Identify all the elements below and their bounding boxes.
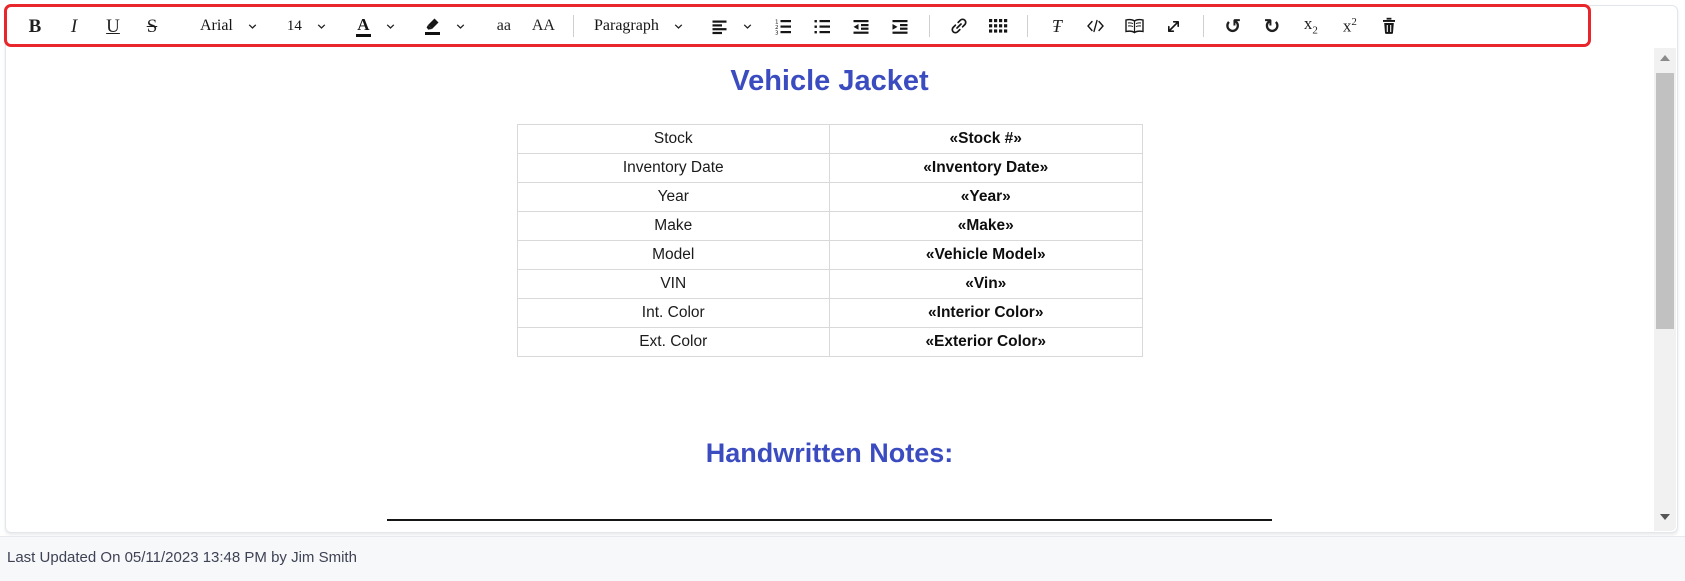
field-label-cell[interactable]: Int. Color (516, 298, 830, 328)
open-book-icon (1125, 18, 1145, 33)
bold-button[interactable]: B (22, 11, 48, 41)
vehicle-table-body: Stock «Stock #» Inventory Date «Inventor… (516, 124, 1143, 357)
document-title[interactable]: Vehicle Jacket (6, 65, 1653, 98)
outdent-button[interactable] (848, 11, 874, 41)
table-row: VIN «Vin» (516, 269, 1143, 299)
font-family-value: Arial (200, 17, 233, 34)
toolbar-separator (1026, 15, 1028, 37)
outdent-icon (853, 19, 869, 34)
indent-icon (892, 19, 908, 34)
chevron-down-icon (386, 23, 395, 29)
table-row: Ext. Color «Exterior Color» (516, 327, 1143, 357)
vehicle-fields-table: Stock «Stock #» Inventory Date «Inventor… (516, 124, 1143, 357)
scrollbar-thumb[interactable] (1656, 73, 1674, 329)
spellcheck-button[interactable] (1122, 11, 1148, 41)
fullscreen-button[interactable] (1161, 11, 1187, 41)
ordered-list-button[interactable]: 1 2 3 (770, 11, 796, 41)
table-row: Make «Make» (516, 211, 1143, 241)
scroll-down-button[interactable] (1654, 509, 1676, 525)
notes-heading[interactable]: Handwritten Notes: (6, 437, 1653, 469)
toolbar-separator (1202, 15, 1204, 37)
handwritten-notes-line[interactable] (387, 519, 1272, 521)
table-row: Stock «Stock #» (516, 124, 1143, 154)
trash-icon (1382, 17, 1395, 34)
bullet-list-button[interactable] (809, 11, 835, 41)
last-updated-text: Last Updated On 05/11/2023 13:48 PM by J… (7, 549, 357, 566)
redo-button[interactable]: ↻ (1259, 11, 1285, 41)
grid-icon (988, 19, 1008, 33)
table-row: Model «Vehicle Model» (516, 240, 1143, 270)
strikethrough-button[interactable]: S (139, 11, 165, 41)
merge-field-cell[interactable]: «Vehicle Model» (829, 240, 1143, 270)
paragraph-format-select[interactable]: Paragraph (590, 11, 688, 41)
svg-text:3: 3 (775, 30, 779, 34)
field-label-cell[interactable]: Stock (516, 124, 830, 154)
merge-field-cell[interactable]: «Vin» (829, 269, 1143, 299)
text-color-icon: A (355, 16, 371, 37)
redo-icon: ↻ (1263, 14, 1281, 38)
editor-toolbar: B I U S Arial 14 A aa AA Paragraph 1 2 3… (6, 6, 1677, 46)
undo-button[interactable]: ↺ (1220, 11, 1246, 41)
field-label-cell[interactable]: Inventory Date (516, 153, 830, 183)
subscript-button[interactable]: x2 (1298, 11, 1324, 41)
vertical-scrollbar[interactable] (1654, 48, 1676, 531)
subscript-icon: x2 (1303, 14, 1318, 37)
code-icon (1087, 19, 1105, 33)
table-row: Int. Color «Interior Color» (516, 298, 1143, 328)
bullet-list-icon (814, 19, 830, 33)
table-row: Inventory Date «Inventory Date» (516, 153, 1143, 183)
chevron-down-icon (456, 23, 465, 29)
toolbar-separator (572, 15, 574, 37)
table-row: Year «Year» (516, 182, 1143, 212)
chevron-down-icon (674, 23, 683, 29)
chevron-down-icon (743, 23, 752, 29)
triangle-down-icon (1660, 514, 1670, 520)
field-label-cell[interactable]: Year (516, 182, 830, 212)
insert-link-button[interactable] (946, 11, 972, 41)
clear-formatting-icon: Ŧ (1051, 16, 1062, 36)
page-footer: Last Updated On 05/11/2023 13:48 PM by J… (0, 536, 1685, 581)
align-left-icon (712, 20, 727, 34)
merge-field-cell[interactable]: «Inventory Date» (829, 153, 1143, 183)
delete-button[interactable] (1376, 11, 1402, 41)
uppercase-button[interactable]: AA (530, 11, 557, 41)
chevron-down-icon (248, 23, 257, 29)
link-icon (951, 18, 967, 34)
triangle-up-icon (1660, 55, 1670, 61)
italic-button[interactable]: I (61, 11, 87, 41)
scroll-up-button[interactable] (1654, 50, 1676, 66)
rich-text-editor: B I U S Arial 14 A aa AA Paragraph 1 2 3… (5, 5, 1678, 533)
lowercase-button[interactable]: aa (491, 11, 517, 41)
chevron-down-icon (317, 23, 326, 29)
text-align-select[interactable] (707, 11, 757, 41)
insert-grid-button[interactable] (985, 11, 1011, 41)
text-color-select[interactable]: A (352, 11, 400, 41)
font-family-select[interactable]: Arial (196, 11, 262, 41)
paragraph-format-value: Paragraph (593, 17, 659, 34)
undo-icon: ↺ (1224, 14, 1242, 38)
superscript-button[interactable]: x2 (1337, 11, 1363, 41)
merge-field-cell[interactable]: «Interior Color» (829, 298, 1143, 328)
indent-button[interactable] (887, 11, 913, 41)
field-label-cell[interactable]: Make (516, 211, 830, 241)
merge-field-cell[interactable]: «Make» (829, 211, 1143, 241)
highlighter-icon (425, 18, 441, 35)
expand-arrows-icon (1168, 20, 1180, 32)
code-view-button[interactable] (1083, 11, 1109, 41)
merge-field-cell[interactable]: «Exterior Color» (829, 327, 1143, 357)
merge-field-cell[interactable]: «Year» (829, 182, 1143, 212)
highlight-color-select[interactable] (421, 11, 470, 41)
field-label-cell[interactable]: VIN (516, 269, 830, 299)
clear-formatting-button[interactable]: Ŧ (1044, 11, 1070, 41)
underline-button[interactable]: U (100, 11, 126, 41)
superscript-icon: x2 (1342, 16, 1357, 36)
document-edit-area[interactable]: Vehicle Jacket Stock «Stock #» Inventory… (6, 46, 1677, 532)
merge-field-cell[interactable]: «Stock #» (829, 124, 1143, 154)
font-size-select[interactable]: 14 (283, 11, 331, 41)
font-size-value: 14 (286, 17, 302, 34)
toolbar-separator (928, 15, 930, 37)
ordered-list-icon: 1 2 3 (775, 19, 791, 35)
field-label-cell[interactable]: Model (516, 240, 830, 270)
field-label-cell[interactable]: Ext. Color (516, 327, 830, 357)
